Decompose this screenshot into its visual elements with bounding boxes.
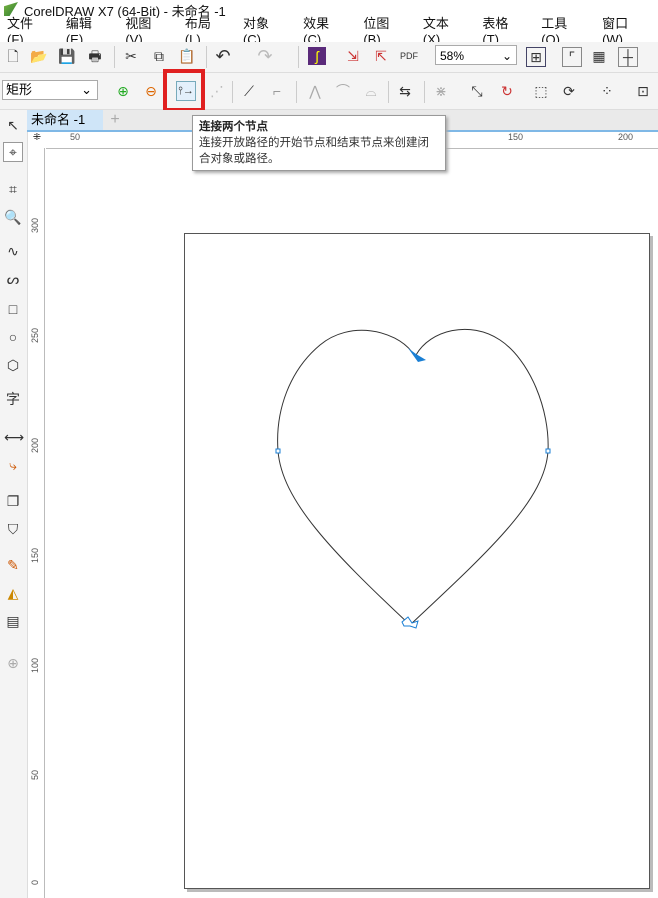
heart-path[interactable] [277, 328, 549, 626]
tooltip-body: 连接开放路径的开始节点和结束节点来创建闭合对象或路径。 [199, 137, 429, 165]
tooltip-title: 连接两个节点 [199, 121, 268, 133]
node[interactable] [275, 448, 281, 454]
start-node-arrow-icon[interactable] [408, 348, 426, 362]
tooltip: 连接两个节点 连接开放路径的开始节点和结束节点来创建闭合对象或路径。 [192, 115, 446, 171]
node[interactable] [545, 448, 551, 454]
end-node-icon[interactable] [401, 616, 419, 629]
